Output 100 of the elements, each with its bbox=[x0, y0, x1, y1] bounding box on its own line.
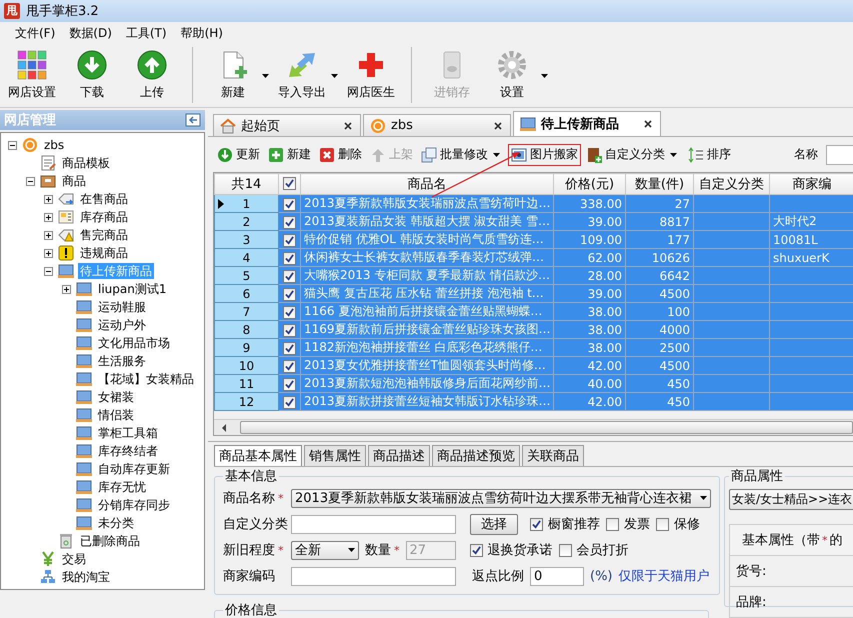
input-field[interactable]: 0 bbox=[530, 566, 584, 586]
expand-icon[interactable] bbox=[44, 230, 53, 240]
checkbox[interactable] bbox=[283, 234, 296, 247]
checkbox[interactable] bbox=[558, 544, 572, 556]
tree-item[interactable]: 商品 bbox=[60, 173, 88, 189]
menu-item[interactable]: 帮助(H) bbox=[174, 23, 230, 44]
checkbox[interactable] bbox=[283, 306, 296, 319]
tree-item[interactable]: 库存终结者 bbox=[96, 443, 160, 459]
checkbox[interactable] bbox=[283, 252, 296, 265]
select-button[interactable]: 选择 bbox=[470, 514, 518, 534]
dock-icon[interactable] bbox=[185, 113, 201, 127]
toolbar-button[interactable]: 设置 bbox=[482, 45, 542, 107]
tree-item[interactable]: 未分类 bbox=[96, 515, 136, 531]
toolbar-button[interactable]: 新建 bbox=[203, 45, 263, 107]
toolbar-button[interactable]: 排序 bbox=[685, 144, 734, 166]
input-field[interactable] bbox=[291, 514, 456, 534]
column-header[interactable]: 数量(件) bbox=[626, 174, 694, 194]
tab[interactable]: 关联商品 bbox=[522, 445, 584, 466]
checkbox[interactable] bbox=[283, 198, 296, 211]
tree-item[interactable]: 交易 bbox=[60, 551, 88, 567]
tab[interactable]: 销售属性 bbox=[304, 445, 366, 466]
tree-item[interactable]: 库存商品 bbox=[78, 209, 130, 225]
tree-item[interactable]: 情侣装 bbox=[96, 407, 136, 423]
tmall-link[interactable]: 仅限于天猫用户 bbox=[618, 567, 710, 585]
checkbox[interactable] bbox=[656, 518, 669, 530]
expand-icon[interactable] bbox=[44, 248, 53, 258]
toolbar-button[interactable]: 删除 bbox=[316, 144, 365, 166]
menu-item[interactable]: 文件(F) bbox=[8, 23, 62, 44]
column-header[interactable]: 自定义分类 bbox=[694, 174, 770, 194]
collapse-icon[interactable] bbox=[44, 266, 53, 276]
expand-icon[interactable] bbox=[44, 194, 53, 204]
tree-item[interactable]: 自动库存更新 bbox=[96, 461, 172, 477]
checkbox[interactable] bbox=[283, 396, 296, 409]
close-icon[interactable] bbox=[344, 122, 352, 130]
tab[interactable]: 商品描述预览 bbox=[432, 445, 520, 466]
toolbar-button[interactable]: 图片搬家 bbox=[508, 144, 581, 166]
caret-icon[interactable] bbox=[493, 152, 500, 156]
expand-icon[interactable] bbox=[44, 212, 53, 222]
horizontal-scrollbar[interactable] bbox=[214, 419, 853, 435]
collapse-icon[interactable] bbox=[26, 176, 35, 186]
tree-item[interactable]: 违规商品 bbox=[78, 245, 130, 261]
tree-item[interactable]: 已删除商品 bbox=[78, 533, 142, 549]
column-header[interactable]: 价格(元) bbox=[554, 174, 626, 194]
column-header[interactable]: 商家编 bbox=[770, 174, 853, 194]
tree-item[interactable]: 商品模板 bbox=[60, 155, 112, 171]
tab[interactable]: 待上传新商品 bbox=[513, 111, 661, 136]
menu-item[interactable]: 工具(T) bbox=[118, 23, 174, 44]
toolbar-button[interactable]: 下载 bbox=[62, 45, 122, 107]
expand-icon[interactable] bbox=[62, 284, 71, 294]
name-field[interactable] bbox=[826, 144, 853, 164]
column-header[interactable]: 商品名 bbox=[300, 174, 554, 194]
collapse-icon[interactable] bbox=[8, 140, 17, 150]
checkbox[interactable] bbox=[283, 378, 296, 391]
tree-item[interactable]: 文化用品市场 bbox=[96, 335, 172, 351]
input-field[interactable] bbox=[291, 566, 456, 586]
tree-item[interactable]: 【花域】女装精品 bbox=[96, 371, 196, 387]
toolbar-button[interactable]: 网店医生 bbox=[341, 45, 401, 107]
tree-item[interactable]: liupan测试1 bbox=[96, 281, 168, 297]
tree-item[interactable]: zbs bbox=[42, 137, 66, 153]
tree-item[interactable]: 运动户外 bbox=[96, 317, 148, 333]
checkbox[interactable] bbox=[283, 177, 296, 190]
category-select[interactable]: 女装/女士精品>>连衣 bbox=[729, 489, 853, 510]
toolbar-button[interactable]: 更新 bbox=[214, 144, 263, 166]
caret-icon[interactable] bbox=[541, 74, 548, 78]
tree-item[interactable]: 我的淘宝 bbox=[60, 569, 112, 585]
caret-icon[interactable] bbox=[670, 152, 677, 156]
toolbar-button[interactable]: 自定义分类 bbox=[583, 144, 668, 166]
caret-icon[interactable] bbox=[262, 74, 269, 78]
dropdown-field[interactable]: 2013夏季新款韩版女装瑞丽波点雪纺荷叶边大摆系带无袖背心连衣裙 bbox=[291, 488, 711, 508]
checkbox[interactable] bbox=[283, 342, 296, 355]
tree-item[interactable]: 女裙装 bbox=[96, 389, 136, 405]
checkbox[interactable] bbox=[283, 288, 296, 301]
checkbox[interactable] bbox=[470, 544, 482, 556]
checkbox[interactable] bbox=[283, 270, 296, 283]
tree-item[interactable]: 生活服务 bbox=[96, 353, 148, 369]
checkbox[interactable] bbox=[283, 216, 296, 229]
tree-item[interactable]: 售完商品 bbox=[78, 227, 130, 243]
tab[interactable]: zbs bbox=[363, 114, 511, 136]
tree-item[interactable]: 运动鞋服 bbox=[96, 299, 148, 315]
toolbar-button[interactable]: 新建 bbox=[265, 144, 314, 166]
tab[interactable]: 商品基本属性 bbox=[214, 445, 302, 466]
toolbar-button[interactable]: 导入导出 bbox=[272, 45, 332, 107]
checkbox[interactable] bbox=[530, 518, 543, 530]
close-icon[interactable] bbox=[494, 122, 502, 130]
tree-item[interactable]: 在售商品 bbox=[78, 191, 130, 207]
dropdown-field[interactable]: 全新 bbox=[291, 540, 359, 560]
toolbar-button[interactable]: 批量修改 bbox=[418, 144, 491, 166]
checkbox[interactable] bbox=[283, 360, 296, 373]
checkbox[interactable] bbox=[283, 324, 296, 337]
tab[interactable]: 起始页 bbox=[213, 114, 361, 136]
toolbar-button[interactable]: 网店设置 bbox=[2, 45, 62, 107]
close-icon[interactable] bbox=[644, 120, 652, 128]
tab[interactable]: 商品描述 bbox=[368, 445, 430, 466]
toolbar-button[interactable]: 上传 bbox=[122, 45, 182, 107]
menu-item[interactable]: 数据(D) bbox=[62, 23, 119, 44]
caret-icon[interactable] bbox=[331, 74, 338, 78]
tree-item[interactable]: 掌柜工具箱 bbox=[96, 425, 160, 441]
checkbox[interactable] bbox=[606, 518, 619, 530]
tree-item[interactable]: 分销库存同步 bbox=[96, 497, 172, 513]
tree-item[interactable]: 库存无忧 bbox=[96, 479, 148, 495]
